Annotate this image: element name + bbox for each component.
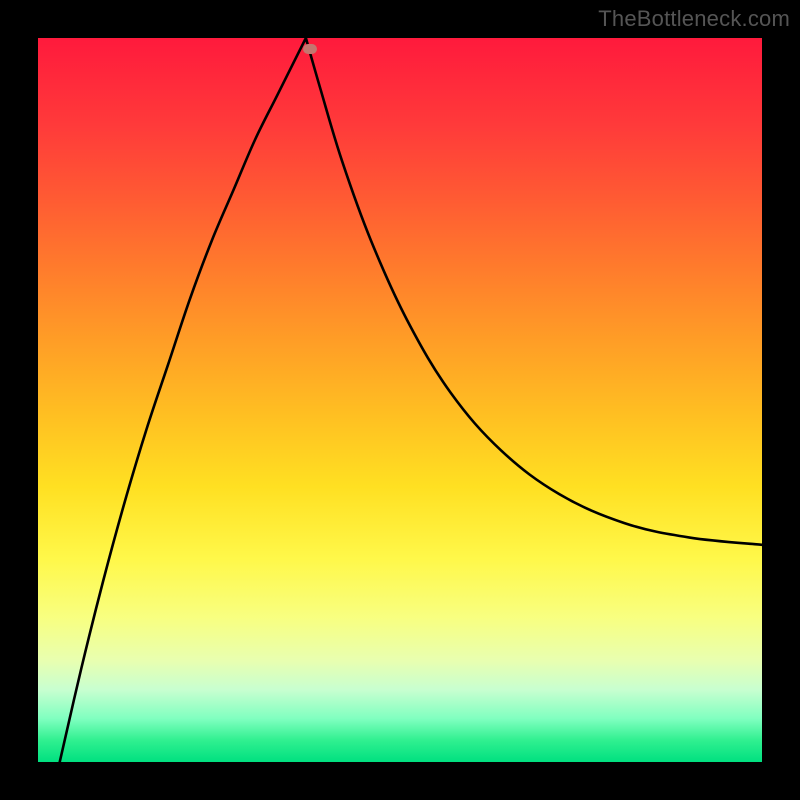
chart-frame: TheBottleneck.com [0, 0, 800, 800]
watermark-text: TheBottleneck.com [598, 6, 790, 32]
optimum-marker [303, 44, 317, 54]
plot-area [38, 38, 762, 762]
bottleneck-curve [38, 38, 762, 762]
